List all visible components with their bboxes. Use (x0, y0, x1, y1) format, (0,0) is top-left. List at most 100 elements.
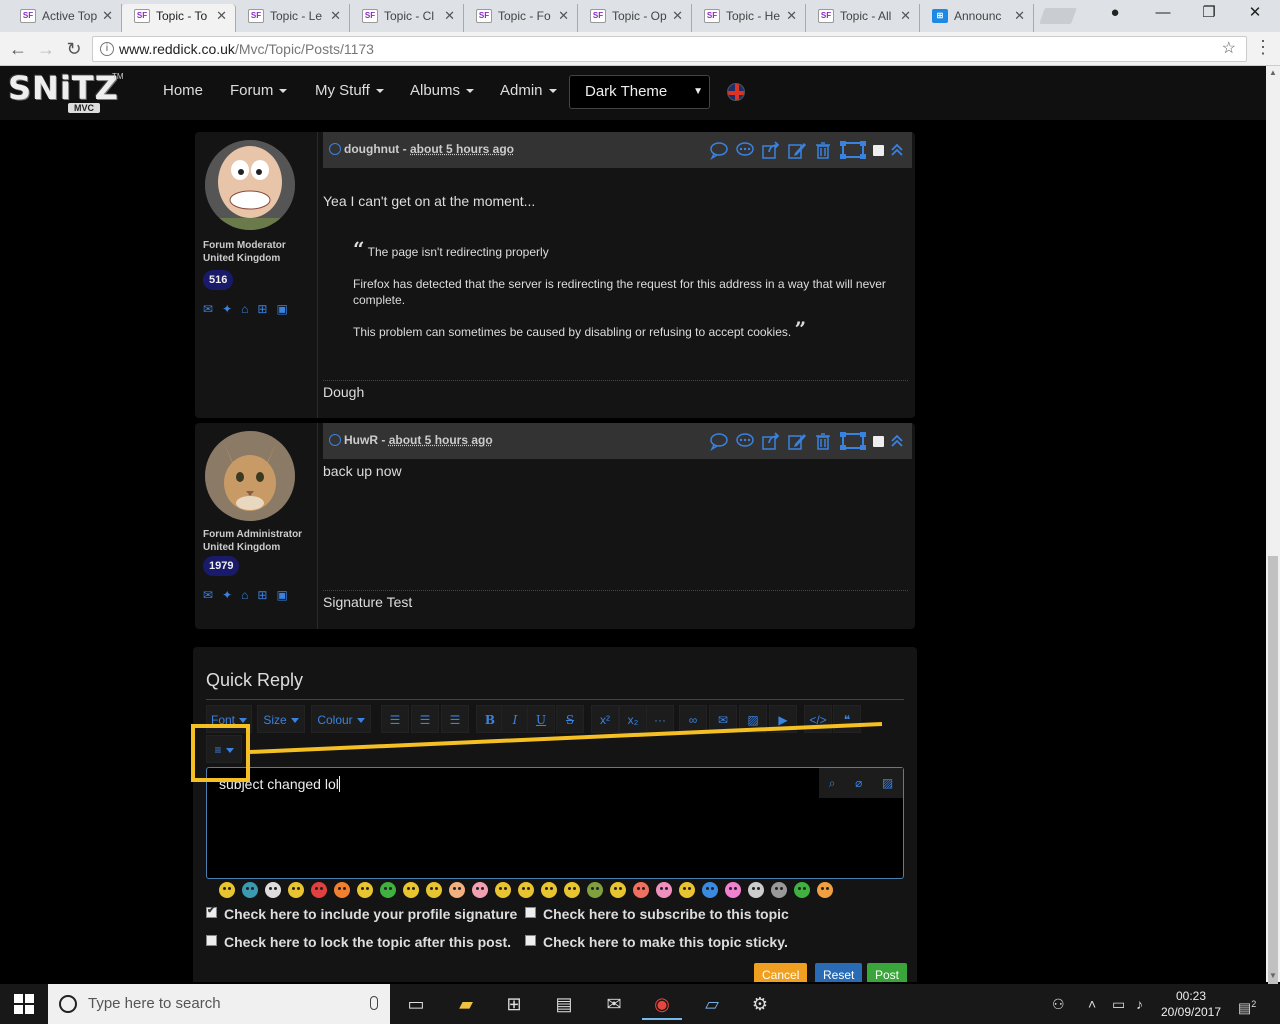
smiley-icon[interactable] (679, 882, 695, 898)
smiley-icon[interactable] (426, 882, 442, 898)
chat-icon[interactable]: ✦ (222, 588, 241, 602)
quote-reply-icon[interactable] (735, 431, 755, 451)
smiley-icon[interactable] (334, 882, 350, 898)
smiley-icon[interactable] (219, 882, 235, 898)
email-icon[interactable]: ✉ (203, 588, 222, 602)
italic-button[interactable]: I (501, 705, 529, 733)
smiley-icon[interactable] (702, 882, 718, 898)
nav-forum[interactable]: Forum (230, 82, 288, 99)
info-icon[interactable]: i (100, 42, 114, 56)
network-icon[interactable]: ▭ (1112, 984, 1125, 1024)
remote-desktop-icon[interactable]: ▱ (692, 988, 732, 1020)
insert-image-button[interactable]: ▨ (739, 705, 767, 733)
browser-tab[interactable]: SF Topic - Op ✕ (578, 4, 692, 32)
close-icon[interactable]: ✕ (444, 4, 455, 28)
browser-tab[interactable]: SF Topic - He ✕ (692, 4, 806, 32)
people-icon[interactable]: ⚇ (1052, 984, 1065, 1024)
subscribe-checkbox[interactable] (525, 907, 536, 918)
browser-menu-icon[interactable]: ⋮ (1254, 37, 1272, 58)
smiley-icon[interactable] (311, 882, 327, 898)
reply-icon[interactable] (709, 140, 729, 160)
profile-icon[interactable]: ● (1092, 0, 1138, 28)
close-icon[interactable]: ✕ (216, 4, 227, 28)
lock-icon[interactable]: ▣ (276, 588, 296, 602)
file-explorer-icon[interactable]: ▰ (446, 988, 486, 1020)
bookmark-star-icon[interactable]: ☆ (1222, 37, 1236, 61)
split-topic-icon[interactable] (839, 140, 867, 160)
browser-tab[interactable]: SF Topic - Cl ✕ (350, 4, 464, 32)
colour-dropdown-button[interactable]: Colour (311, 705, 371, 733)
browser-tab-active[interactable]: SF Topic - To ✕ (122, 4, 236, 32)
lock-icon[interactable]: ▣ (276, 302, 296, 316)
underline-button[interactable]: U (527, 705, 555, 733)
insert-quote-button[interactable]: ❝ (833, 705, 861, 733)
reload-icon[interactable]: ↻ (62, 37, 86, 61)
author-name[interactable]: HuwR (344, 433, 378, 447)
browser-tab[interactable]: SF Active Top ✕ (8, 4, 122, 32)
smiley-icon[interactable] (242, 882, 258, 898)
avatar[interactable] (205, 431, 295, 521)
new-tab-button[interactable] (1039, 8, 1077, 24)
mail-icon[interactable]: ✉ (594, 988, 634, 1020)
page-scrollbar[interactable]: ▲ ▼ (1266, 66, 1280, 984)
reply-icon[interactable] (709, 431, 729, 451)
chrome-icon[interactable]: ◉ (642, 988, 682, 1020)
insert-video-button[interactable]: ▶ (769, 705, 797, 733)
store-icon[interactable]: ⊞ (494, 988, 534, 1020)
uk-flag-icon[interactable] (727, 83, 745, 101)
insert-code-button[interactable]: </> (804, 705, 832, 733)
chevron-up-icon[interactable]: ˄ (1088, 984, 1096, 1024)
microphone-icon[interactable] (370, 996, 378, 1010)
smiley-icon[interactable] (794, 882, 810, 898)
author-name[interactable]: doughnut (344, 142, 399, 156)
scroll-up-icon[interactable]: ▲ (1269, 68, 1277, 77)
forward-arrow-icon[interactable]: → (34, 37, 58, 61)
sitemap-icon[interactable]: ⊞ (257, 302, 276, 316)
smiley-icon[interactable] (449, 882, 465, 898)
task-view-icon[interactable]: ▭ (396, 988, 436, 1020)
smiley-icon[interactable] (633, 882, 649, 898)
smiley-icon[interactable] (357, 882, 373, 898)
home-icon[interactable]: ⌂ (241, 302, 257, 316)
smiley-icon[interactable] (518, 882, 534, 898)
close-icon[interactable]: ✕ (558, 4, 569, 28)
horizontal-rule-button[interactable]: ··· (646, 705, 674, 733)
lock-topic-option[interactable]: Check here to lock the topic after this … (206, 934, 511, 950)
smiley-icon[interactable] (541, 882, 557, 898)
smiley-icon[interactable] (817, 882, 833, 898)
smiley-icon[interactable] (771, 882, 787, 898)
back-arrow-icon[interactable]: ← (6, 37, 30, 61)
home-icon[interactable]: ⌂ (241, 588, 257, 602)
smiley-icon[interactable] (656, 882, 672, 898)
insert-link-button[interactable]: ∞ (679, 705, 707, 733)
edit-icon[interactable] (787, 140, 807, 160)
scrollbar-thumb[interactable] (1268, 556, 1278, 984)
smiley-icon[interactable] (403, 882, 419, 898)
align-left-button[interactable]: ☰ (381, 705, 409, 733)
reset-button[interactable]: Reset (815, 963, 863, 982)
window-close-icon[interactable]: ✕ (1232, 0, 1278, 28)
quote-reply-icon[interactable] (735, 140, 755, 160)
smiley-icon[interactable] (564, 882, 580, 898)
nav-my-stuff[interactable]: My Stuff (315, 82, 384, 99)
windows-start-icon[interactable] (14, 994, 34, 1014)
smiley-icon[interactable] (748, 882, 764, 898)
select-post-checkbox[interactable] (873, 435, 884, 447)
size-dropdown-button[interactable]: Size (257, 705, 305, 733)
nav-home[interactable]: Home (163, 82, 203, 99)
subscribe-option[interactable]: Check here to subscribe to this topic (525, 906, 789, 922)
post-button[interactable]: Post (867, 963, 908, 982)
insert-email-button[interactable]: ✉ (709, 705, 737, 733)
nav-admin[interactable]: Admin (500, 82, 557, 99)
taskbar-search-input[interactable]: Type here to search (48, 984, 390, 1024)
email-icon[interactable]: ✉ (203, 302, 222, 316)
chat-icon[interactable]: ✦ (222, 302, 241, 316)
url-input[interactable]: i www.reddick.co.uk/Mvc/Topic/Posts/1173… (92, 36, 1247, 62)
avatar[interactable] (205, 140, 295, 230)
align-center-button[interactable]: ☰ (411, 705, 439, 733)
browser-tab[interactable]: ⊞ Announc ✕ (920, 4, 1034, 32)
close-icon[interactable]: ✕ (330, 4, 341, 28)
delete-icon[interactable] (813, 140, 833, 160)
cancel-button[interactable]: Cancel (754, 963, 808, 982)
terminal-icon[interactable]: ▤ (544, 988, 584, 1020)
